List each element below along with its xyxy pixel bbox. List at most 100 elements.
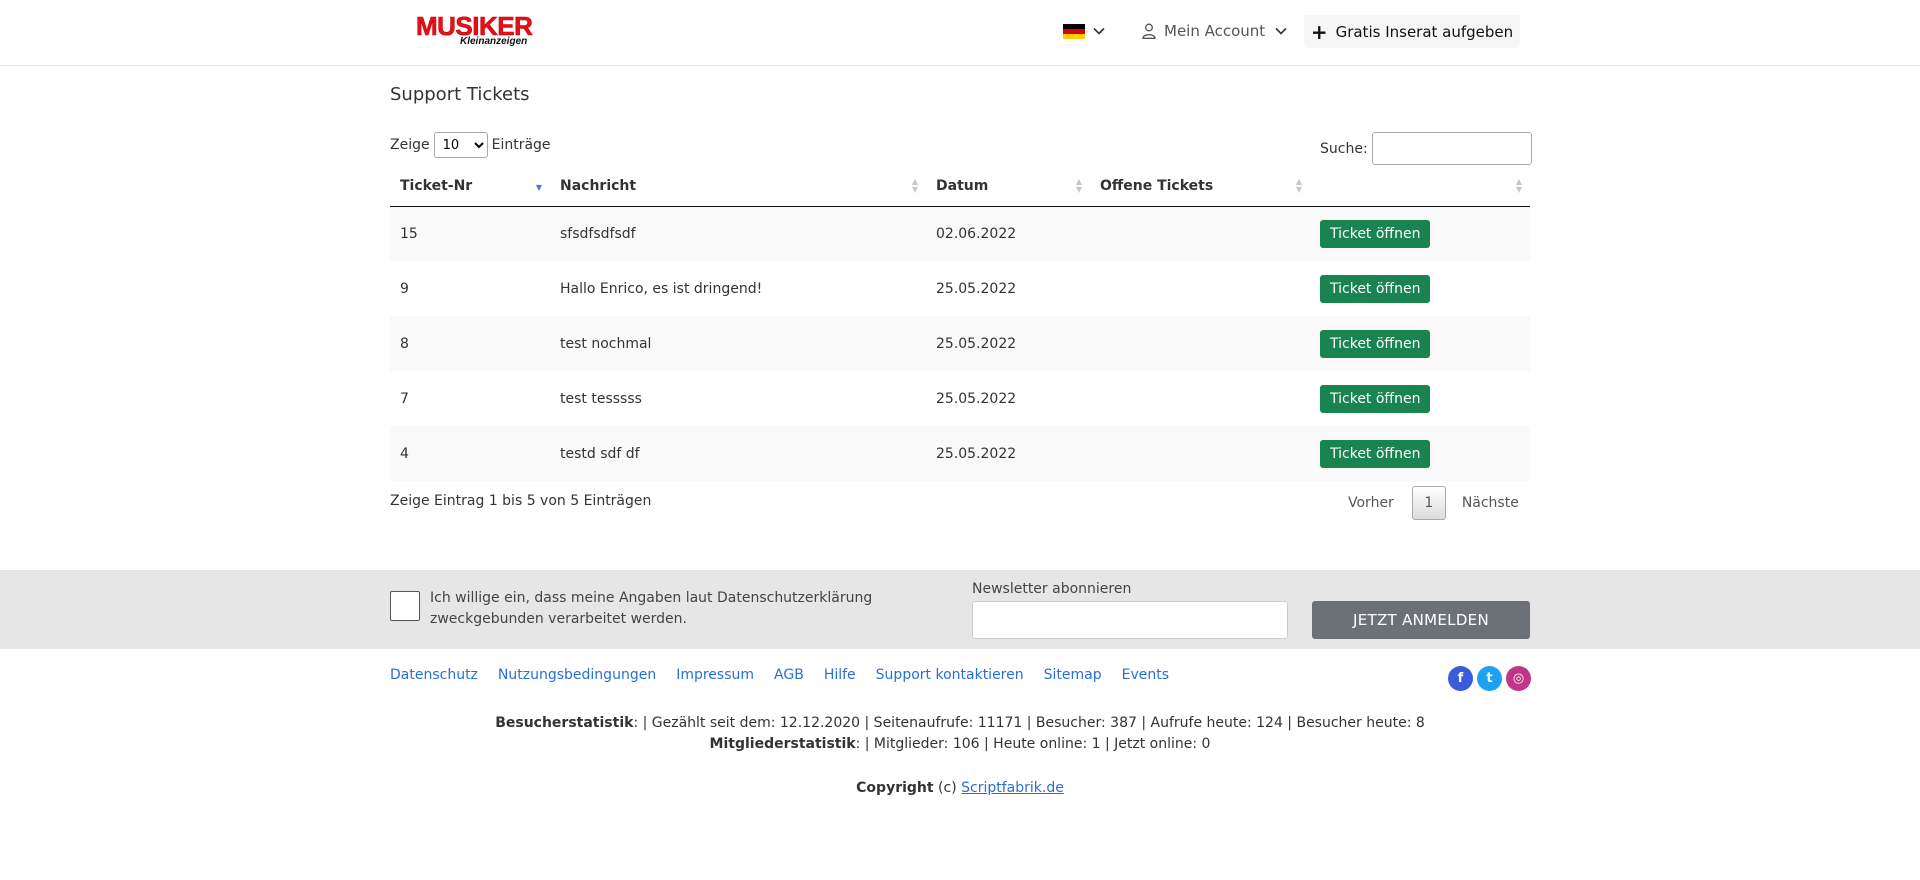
- sort-icon: ▲ ▼: [1075, 177, 1082, 194]
- message-cell: sfsdfsdfsdf: [550, 206, 926, 261]
- footer-link-datenschutz[interactable]: Datenschutz: [390, 667, 478, 683]
- action-cell: Ticket öffnen: [1310, 371, 1530, 426]
- site-logo[interactable]: MUSIKER Kleinanzeigen: [416, 12, 540, 48]
- copyright-prefix: Copyright: [856, 780, 934, 796]
- tickets-table: Ticket-Nr ▼ Nachricht ▲ ▼ Datum ▲ ▼ Offene Ti…: [390, 166, 1530, 481]
- footer-link-sitemap[interactable]: Sitemap: [1044, 667, 1102, 683]
- next-page-button[interactable]: Nächste: [1446, 495, 1535, 511]
- pagination: Vorher 1 Nächste: [1330, 486, 1535, 520]
- open-tickets-cell: [1090, 261, 1310, 316]
- ticket-nr-cell: 15: [390, 206, 550, 261]
- action-cell: Ticket öffnen: [1310, 426, 1530, 481]
- twitter-icon[interactable]: t: [1477, 666, 1502, 691]
- date-cell: 25.05.2022: [926, 426, 1090, 481]
- newsletter-label: Newsletter abonnieren: [972, 581, 1132, 597]
- plus-icon: +: [1310, 19, 1328, 44]
- table-row: 7 test tesssss 25.05.2022 Ticket öffnen: [390, 371, 1530, 426]
- table-row: 15 sfsdfsdfsdf 02.06.2022 Ticket öffnen: [390, 206, 1530, 261]
- open-ticket-button[interactable]: Ticket öffnen: [1320, 219, 1431, 248]
- footer-link-nutzungsbedingungen[interactable]: Nutzungsbedingungen: [498, 667, 656, 683]
- sort-icon: ▲ ▼: [1295, 177, 1302, 194]
- page-button-1[interactable]: 1: [1411, 486, 1446, 520]
- account-menu[interactable]: Mein Account: [1142, 20, 1289, 42]
- date-cell: 25.05.2022: [936, 280, 1017, 297]
- consent-checkbox[interactable]: [390, 591, 420, 621]
- german-flag-icon: [1063, 23, 1085, 39]
- action-cell: Ticket öffnen: [1310, 261, 1530, 316]
- message-cell: test nochmal: [550, 316, 926, 371]
- date-cell: 25.05.2022: [936, 390, 1017, 407]
- newsletter-band: Ich willige ein, dass meine Angaben laut…: [0, 570, 1920, 649]
- search-label: Suche:: [1320, 140, 1368, 157]
- table-header-row: Ticket-Nr ▼ Nachricht ▲ ▼ Datum ▲ ▼ Offene Ti…: [390, 166, 1530, 207]
- search-input[interactable]: [1371, 132, 1532, 165]
- date-cell: 25.05.2022: [926, 316, 1090, 371]
- open-tickets-cell: [1090, 316, 1310, 371]
- previous-page-button[interactable]: Vorher: [1330, 495, 1412, 511]
- length-control: Zeige 10 Einträge: [390, 132, 551, 158]
- copyright-link[interactable]: Scriptfabrik.de: [961, 780, 1064, 796]
- sort-desc-icon: ▼: [535, 183, 542, 192]
- chevron-down-icon: [1275, 27, 1287, 35]
- footer-link-impressum[interactable]: Impressum: [676, 667, 754, 683]
- open-ticket-button[interactable]: Ticket öffnen: [1320, 274, 1431, 303]
- post-ad-button[interactable]: + Gratis Inserat aufgeben: [1304, 15, 1520, 48]
- footer-link-support[interactable]: Support kontaktieren: [876, 667, 1024, 683]
- entries-per-page-select[interactable]: 10: [433, 132, 488, 158]
- page-title: Support Tickets: [390, 84, 530, 105]
- account-label: Mein Account: [1164, 22, 1266, 40]
- date-cell: 02.06.2022: [926, 206, 1090, 261]
- column-header-ticket-nr[interactable]: Ticket-Nr ▼: [390, 166, 550, 207]
- table-row: 9 Hallo Enrico, es ist dringend! 25.05.2…: [390, 261, 1530, 316]
- column-header-datum[interactable]: Datum ▲ ▼: [926, 166, 1090, 207]
- message-cell: testd sdf df: [550, 426, 926, 481]
- social-links: f t ◎: [1448, 666, 1531, 691]
- visitor-stats-text: : | Gezählt seit dem: 12.12.2020 | Seite…: [633, 715, 1425, 731]
- table-info: Zeige Eintrag 1 bis 5 von 5 Einträgen: [390, 493, 652, 509]
- column-header-offene-tickets[interactable]: Offene Tickets ▲ ▼: [1090, 166, 1310, 207]
- length-suffix: Einträge: [491, 137, 551, 153]
- footer-links: Datenschutz Nutzungsbedingungen Impressu…: [390, 667, 1169, 683]
- instagram-icon[interactable]: ◎: [1506, 666, 1531, 691]
- action-cell: Ticket öffnen: [1310, 316, 1530, 371]
- chevron-down-icon: [1093, 27, 1105, 35]
- open-ticket-button[interactable]: Ticket öffnen: [1320, 439, 1431, 468]
- newsletter-subscribe-button[interactable]: JETZT ANMELDEN: [1312, 601, 1530, 639]
- message-cell: test tesssss: [560, 390, 642, 407]
- open-tickets-cell: [1090, 426, 1310, 481]
- copyright: Copyright (c) Scriptfabrik.de: [0, 780, 1920, 796]
- site-header: MUSIKER Kleinanzeigen Mein Account + Gra…: [0, 0, 1920, 66]
- sort-icon: ▲ ▼: [1515, 177, 1522, 194]
- member-stats-text: : | Mitglieder: 106 | Heute online: 1 | …: [855, 736, 1211, 752]
- table-row: 8 test nochmal 25.05.2022 Ticket öffnen: [390, 316, 1530, 371]
- user-icon: [1142, 23, 1156, 39]
- search-control: Suche:: [1320, 132, 1532, 165]
- message-cell: Hallo Enrico, es ist dringend!: [560, 280, 763, 297]
- ticket-nr-cell: 8: [390, 316, 550, 371]
- open-ticket-button[interactable]: Ticket öffnen: [1320, 384, 1431, 413]
- copyright-mid: (c): [933, 780, 962, 796]
- footer-link-agb[interactable]: AGB: [774, 667, 804, 683]
- logo-sub-text: Kleinanzeigen: [460, 36, 528, 47]
- ticket-nr-cell: 9: [400, 280, 409, 297]
- facebook-icon[interactable]: f: [1448, 666, 1473, 691]
- open-tickets-cell: [1090, 371, 1310, 426]
- visitor-stats: Besucherstatistik: | Gezählt seit dem: 1…: [0, 715, 1920, 731]
- action-cell: Ticket öffnen: [1310, 206, 1530, 261]
- open-ticket-button[interactable]: Ticket öffnen: [1320, 329, 1431, 358]
- column-header-nachricht[interactable]: Nachricht ▲ ▼: [550, 166, 926, 207]
- consent-text: Ich willige ein, dass meine Angaben laut…: [430, 590, 873, 627]
- language-selector[interactable]: [1063, 20, 1107, 42]
- visitor-stats-label: Besucherstatistik: [495, 715, 634, 731]
- open-tickets-cell: [1090, 206, 1310, 261]
- ticket-nr-cell: 4: [390, 426, 550, 481]
- footer-link-hilfe[interactable]: Hilfe: [824, 667, 856, 683]
- newsletter-email-input[interactable]: [972, 601, 1288, 639]
- footer-link-events[interactable]: Events: [1122, 667, 1169, 683]
- post-ad-label: Gratis Inserat aufgeben: [1335, 22, 1514, 41]
- member-stats-label: Mitgliederstatistik: [709, 736, 856, 752]
- column-header-actions[interactable]: ▲ ▼: [1310, 166, 1530, 207]
- ticket-nr-cell: 7: [400, 390, 409, 407]
- length-prefix: Zeige: [390, 137, 430, 153]
- member-stats: Mitgliederstatistik: | Mitglieder: 106 |…: [0, 736, 1920, 752]
